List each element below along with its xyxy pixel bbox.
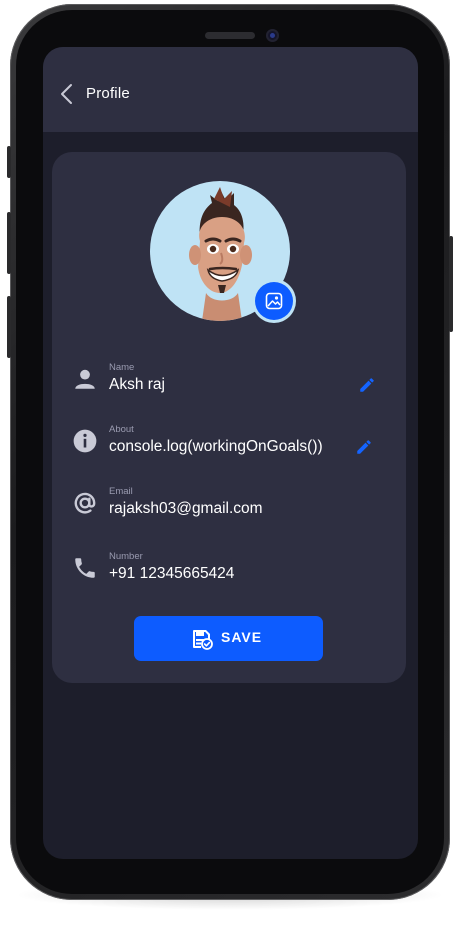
edit-about-pencil-icon[interactable]	[355, 438, 373, 456]
volume-up-button	[7, 212, 11, 274]
about-field: About console.log(workingOnGoals())	[52, 424, 406, 464]
edit-name-pencil-icon[interactable]	[358, 376, 376, 394]
app-header: Profile	[43, 47, 418, 132]
name-value: Aksh raj	[109, 376, 165, 393]
number-label: Number	[109, 551, 143, 562]
app-screen: Profile Name Aksh raj About console.log(…	[43, 47, 418, 859]
about-label: About	[109, 424, 134, 435]
info-icon	[73, 429, 97, 453]
power-button	[449, 236, 453, 332]
number-field: Number +91 12345665424	[52, 551, 406, 591]
image-icon	[265, 292, 283, 310]
earpiece-speaker	[205, 32, 255, 39]
page-title: Profile	[86, 85, 130, 102]
person-icon	[75, 369, 95, 389]
save-button[interactable]: SAVE	[134, 616, 323, 661]
profile-card: Name Aksh raj About console.log(workingO…	[52, 152, 406, 683]
number-value: +91 12345665424	[109, 565, 235, 582]
name-field: Name Aksh raj	[52, 362, 406, 402]
save-floppy-icon	[193, 630, 213, 650]
name-label: Name	[109, 362, 135, 373]
mute-switch	[7, 146, 11, 178]
about-value: console.log(workingOnGoals())	[109, 438, 323, 455]
at-icon	[74, 492, 96, 514]
volume-down-button	[7, 296, 11, 358]
email-label: Email	[109, 486, 133, 497]
email-value: rajaksh03@gmail.com	[109, 500, 263, 517]
front-camera	[266, 29, 279, 42]
save-button-label: SAVE	[221, 629, 263, 645]
phone-icon	[75, 558, 95, 578]
change-photo-button[interactable]	[255, 282, 293, 320]
back-arrow-icon[interactable]	[59, 83, 75, 105]
email-field: Email rajaksh03@gmail.com	[52, 486, 406, 526]
